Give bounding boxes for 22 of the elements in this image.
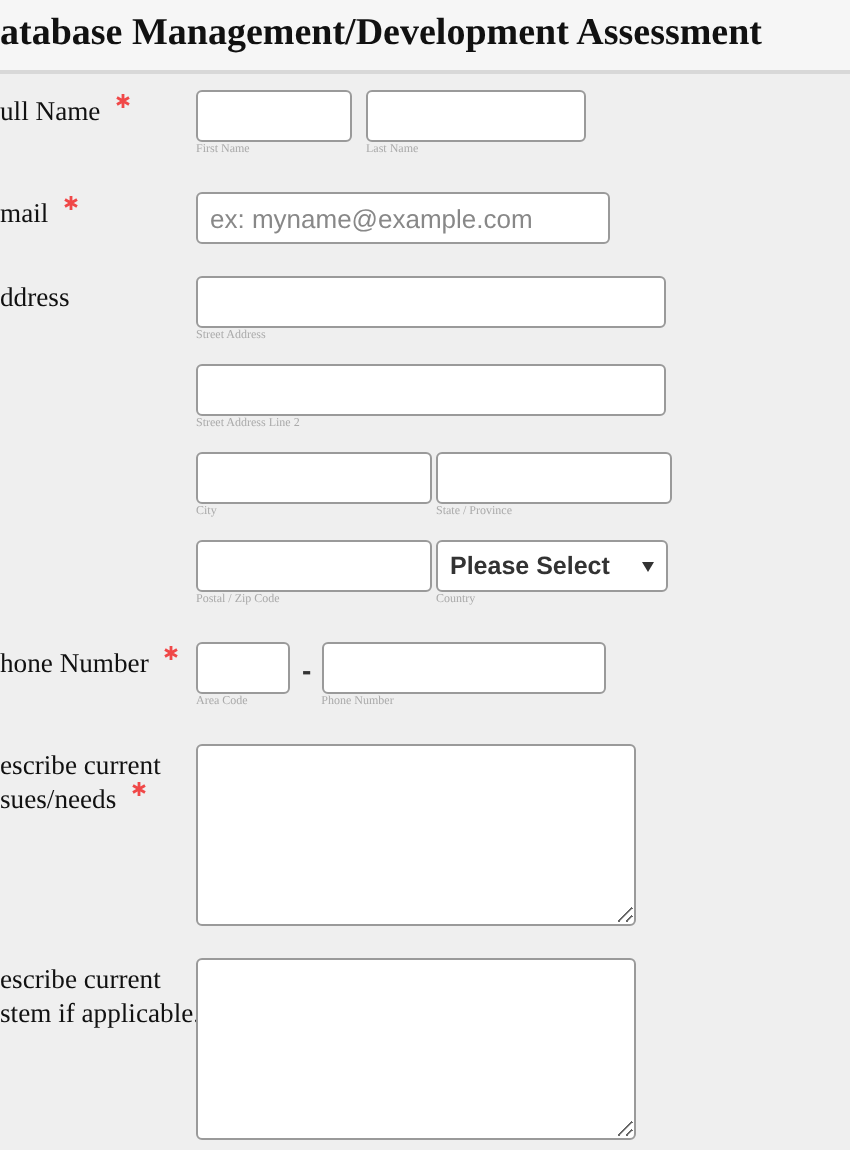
form-title: atabase Management/Development Assessment bbox=[0, 10, 763, 56]
field-label: mail bbox=[0, 198, 49, 228]
field-label: escribe current sues/needs bbox=[0, 750, 161, 814]
field-label: hone Number bbox=[0, 648, 149, 678]
input-field[interactable] bbox=[196, 364, 666, 416]
field-label: escribe current stem if applicable. bbox=[0, 964, 201, 1028]
field-label: ddress bbox=[0, 282, 70, 312]
dash-separator: - bbox=[302, 654, 312, 686]
input-field[interactable] bbox=[196, 452, 432, 504]
input-field[interactable] bbox=[196, 642, 290, 694]
input-field[interactable] bbox=[321, 642, 606, 694]
caret-icon bbox=[642, 561, 654, 571]
input-field[interactable]: ex: myname@example.com bbox=[196, 192, 610, 244]
text-area[interactable] bbox=[196, 958, 636, 1140]
field-label: ull Name bbox=[0, 96, 101, 126]
input-field[interactable] bbox=[436, 452, 672, 504]
input-field[interactable] bbox=[196, 540, 432, 592]
country-dropdown[interactable]: Please Select bbox=[436, 540, 668, 592]
text-area[interactable] bbox=[196, 744, 636, 926]
input-field[interactable] bbox=[196, 90, 352, 142]
input-field[interactable] bbox=[366, 90, 586, 142]
input-field[interactable] bbox=[196, 276, 666, 328]
